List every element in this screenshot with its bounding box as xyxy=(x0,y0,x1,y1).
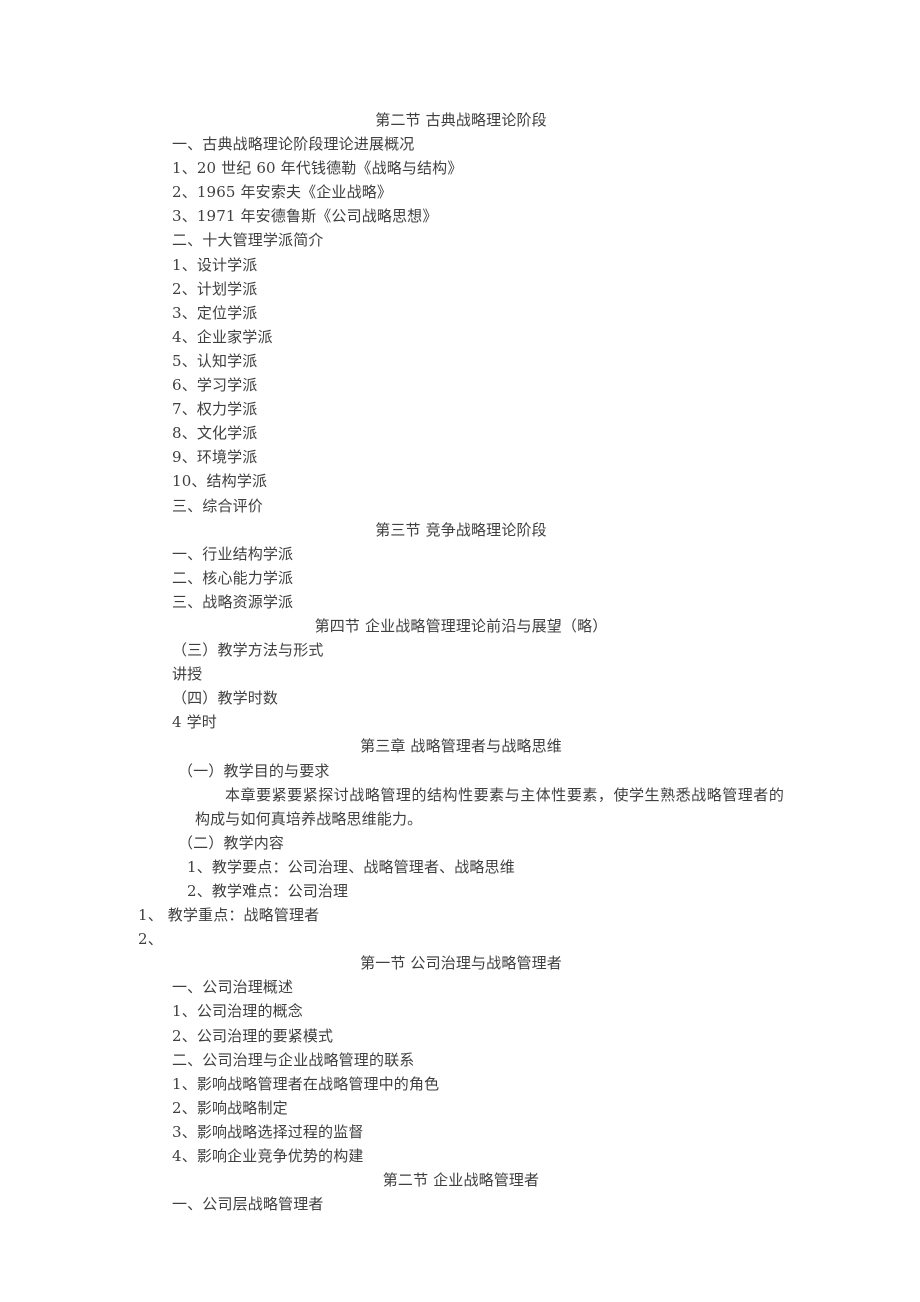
outline-line: 1、设计学派 xyxy=(172,255,258,274)
outline-line: 2、影响战略制定 xyxy=(172,1098,288,1117)
outline-line: 2、计划学派 xyxy=(172,279,258,298)
outline-line: 3、1971 年安德鲁斯《公司战略思想》 xyxy=(172,207,438,226)
outline-line: 7、权力学派 xyxy=(172,400,258,419)
outline-line: （三）教学方法与形式 xyxy=(172,641,324,660)
outline-line: 2、1965 年安索夫《企业战略》 xyxy=(172,183,393,202)
outline-line: 三、综合评价 xyxy=(172,496,263,515)
outline-line: 8、文化学派 xyxy=(172,424,258,443)
outline-line: 3、定位学派 xyxy=(172,303,258,322)
outline-line: 2、教学难点：公司治理 xyxy=(187,882,349,900)
outline-line: 三、战略资源学派 xyxy=(172,592,294,611)
document-page: 第二节 古典战略理论阶段一、古典战略理论阶段理论进展概况 1、20 世纪 60 年… xyxy=(0,0,920,1302)
outline-line: 5、认知学派 xyxy=(172,351,258,370)
outline-line: 一、古典战略理论阶段理论进展概况 xyxy=(172,135,415,154)
outline-line: 10、结构学派 xyxy=(172,472,268,491)
outline-line: 6、学习学派 xyxy=(172,376,258,395)
outline-line: 一、公司治理概述 xyxy=(172,978,294,997)
section-heading: 第三章 战略管理者与战略思维 xyxy=(360,737,562,756)
outline-line: 1、教学要点：公司治理、战略管理者、战略思维 xyxy=(187,857,515,876)
outline-line: 9、环境学派 xyxy=(172,448,258,467)
outline-line: （一）教学目的与要求 xyxy=(178,761,330,780)
outline-line: 二、十大管理学派简介 xyxy=(172,231,324,250)
outline-line: 1、公司治理的概念 xyxy=(172,1002,303,1021)
section-heading: 第三节 竞争战略理论阶段 xyxy=(375,520,547,539)
outline-line: 2、公司治理的要紧模式 xyxy=(172,1026,334,1045)
document-body: 第二节 古典战略理论阶段一、古典战略理论阶段理论进展概况 1、20 世纪 60 年… xyxy=(138,108,784,1216)
outline-line: 讲授 xyxy=(172,665,203,684)
section-heading: 第一节 公司治理与战略管理者 xyxy=(360,954,562,973)
outline-line: 1、 教学重点：战略管理者 xyxy=(138,906,320,925)
section-heading: 第二节 企业战略管理者 xyxy=(382,1171,540,1190)
outline-line: 一、公司层战略管理者 xyxy=(172,1195,324,1214)
section-heading: 第二节 古典战略理论阶段 xyxy=(375,111,547,129)
outline-line: 1、20 世纪 60 年代钱德勒《战略与结构》 xyxy=(172,159,463,178)
outline-line: 2、 xyxy=(138,930,163,949)
body-paragraph: 本章要紧要紧探讨战略管理的结构性要素与主体性要素，使学生熟悉战略管理者的构成与如… xyxy=(195,785,784,828)
outline-line: （四）教学时数 xyxy=(172,689,279,708)
outline-line: 一、行业结构学派 xyxy=(172,544,294,563)
outline-line: 4、企业家学派 xyxy=(172,327,273,346)
section-heading: 第四节 企业战略管理理论前沿与展望（略） xyxy=(314,616,608,635)
outline-line: 二、核心能力学派 xyxy=(172,568,294,587)
outline-line: 二、公司治理与企业战略管理的联系 xyxy=(172,1050,415,1069)
outline-line: 1、影响战略管理者在战略管理中的角色 xyxy=(172,1074,440,1093)
outline-line: 3、影响战略选择过程的监督 xyxy=(172,1122,364,1141)
outline-line: （二）教学内容 xyxy=(178,833,285,852)
outline-line: 4、影响企业竞争优势的构建 xyxy=(172,1147,364,1166)
outline-line: 4 学时 xyxy=(172,713,217,732)
